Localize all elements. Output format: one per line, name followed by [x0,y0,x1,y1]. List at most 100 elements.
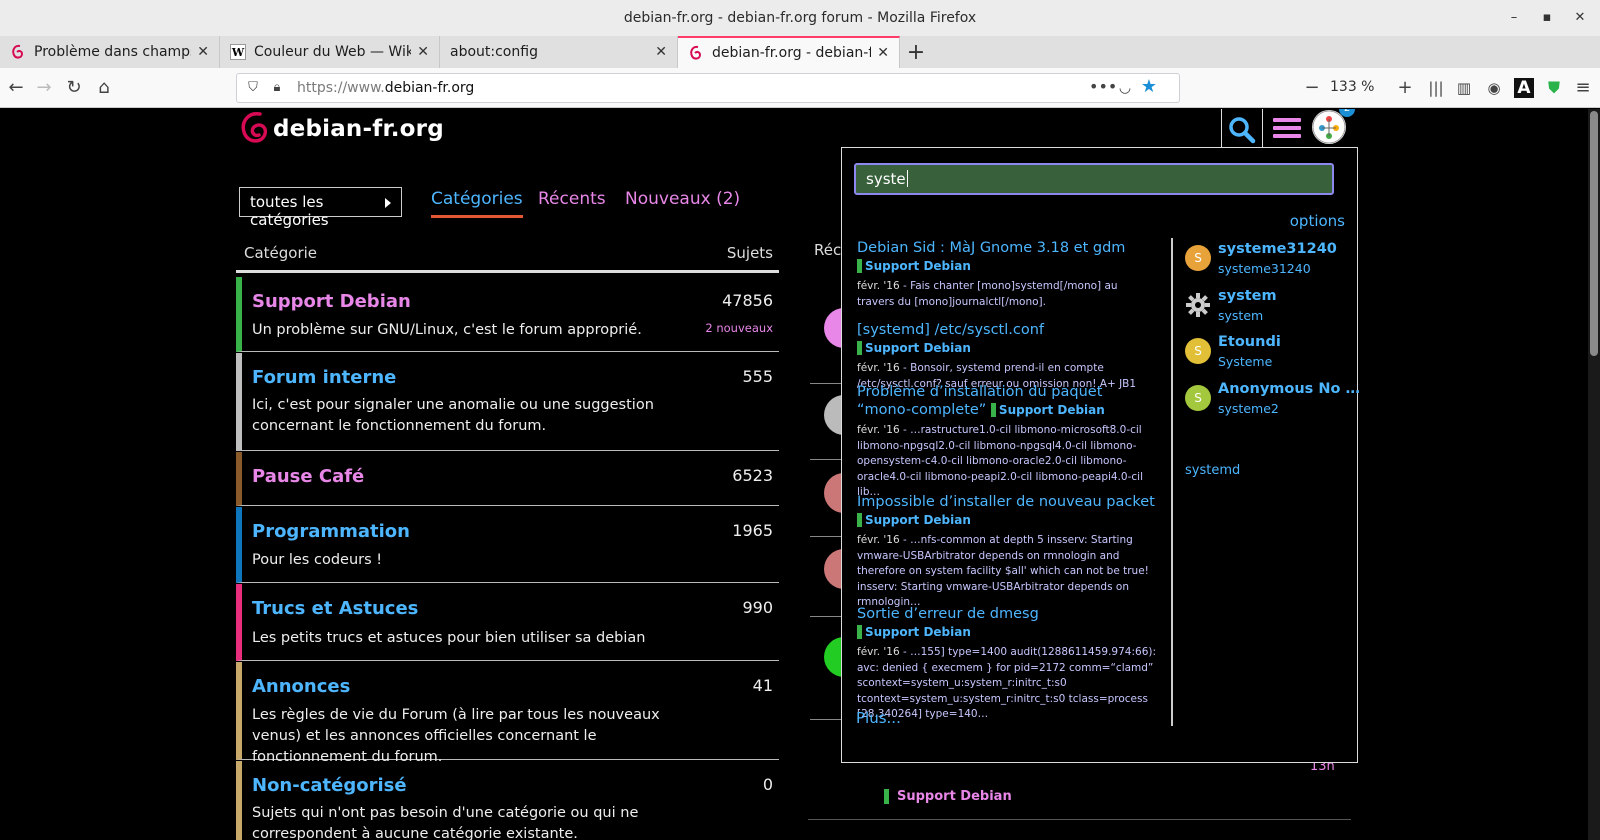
close-tab-icon[interactable]: ✕ [197,44,209,60]
result-title[interactable]: Debian Sid : MàJ Gnome 3.18 et gdm [857,240,1125,256]
category-row[interactable]: Pause Café 6523 [236,452,779,506]
bookmark-star-icon[interactable]: ★ [1139,77,1159,97]
topic-count: 1965 [732,521,773,540]
tab-2[interactable]: W Couleur du Web — Wikip ✕ [220,36,440,68]
tag-result[interactable]: systemd [1185,463,1240,478]
user-name[interactable]: Etoundi [1218,334,1281,350]
result-category-tag[interactable]: Support Debian [857,259,971,273]
user-handle: systeme31240 [1218,261,1311,276]
row-divider [810,616,844,617]
tab-1[interactable]: Problème dans champs s ✕ [0,36,220,68]
category-name[interactable]: Non-catégorisé [252,775,407,796]
debian-swirl-icon [241,112,268,143]
category-dropdown[interactable]: toutes les catégories [239,187,402,229]
tab-bar: Problème dans champs s ✕ W Couleur du We… [0,36,1600,68]
tab-recents[interactable]: Récents [538,189,606,209]
topic-count: 47856 [722,291,773,310]
window-titlebar: debian-fr.org - debian-fr.org forum - Mo… [0,0,1600,36]
account-icon[interactable]: ◉ [1484,78,1504,98]
avatar: S [1185,385,1211,411]
page-actions-icon[interactable]: ••• [1089,77,1117,97]
tab-nouveaux[interactable]: Nouveaux (2) [625,189,740,209]
results-divider [1171,238,1173,726]
category-row[interactable]: Programmation Pour les codeurs ! 1965 [236,507,779,583]
ublock-shield-icon[interactable]: ⛊ [1544,78,1564,98]
page-scrollbar[interactable] [1588,109,1600,840]
close-tab-icon[interactable]: ✕ [877,45,889,61]
topic-count: 41 [752,676,773,695]
zoom-out-icon[interactable]: − [1302,78,1322,98]
category-description: Pour les codeurs ! [252,552,383,568]
close-window-icon[interactable]: ✕ [1570,8,1590,28]
reader-font-icon[interactable]: A [1514,78,1534,98]
category-row[interactable]: Non-catégorisé Sujets qui n'ont pas beso… [236,761,779,840]
close-tab-icon[interactable]: ✕ [655,44,667,60]
search-icon [1229,116,1256,143]
home-icon[interactable]: ⌂ [94,78,114,98]
close-tab-icon[interactable]: ✕ [417,44,429,60]
search-result[interactable]: Sortie d’erreur de dmesg Support Debian … [857,605,1157,723]
col-category: Catégorie [244,244,318,262]
pocket-icon[interactable]: ◡ [1115,78,1135,98]
new-tab-button[interactable]: + [900,36,932,68]
category-name[interactable]: Programmation [252,521,410,542]
site-logo[interactable]: debian-fr.org [239,109,444,149]
search-result[interactable]: Debian Sid : MàJ Gnome 3.18 et gdm Suppor… [857,239,1157,310]
category-name[interactable]: Forum interne [252,367,396,388]
library-icon[interactable]: ||| [1426,78,1446,98]
more-results-link[interactable]: Plus... [856,709,901,727]
hamburger-menu-button[interactable] [1273,114,1301,142]
search-button[interactable] [1221,109,1263,151]
category-row[interactable]: Forum interne Ici, c'est pour signaler u… [236,353,779,451]
result-category-tag[interactable]: Support Debian [857,513,971,527]
user-name[interactable]: Anonymous No … [1218,381,1360,397]
row-divider [808,819,1351,820]
gear-icon [1185,292,1211,318]
lock-icon[interactable]: 🔒︎ [267,78,287,98]
forward-icon[interactable]: → [34,78,54,98]
result-category-tag[interactable]: Support Debian [990,403,1105,417]
sidebar-icon[interactable]: ▥ [1454,78,1474,98]
category-row[interactable]: Annonces Les règles de vie du Forum (à l… [236,662,779,765]
row-divider [810,383,844,384]
result-category-tag[interactable]: Support Debian [857,341,971,355]
result-title[interactable]: [systemd] /etc/sysctl.conf [857,322,1044,338]
result-title[interactable]: Impossible d’installer de nouveau packet [857,494,1155,510]
window-title: debian-fr.org - debian-fr.org forum - Mo… [623,10,977,26]
new-topics-count[interactable]: 2 nouveaux [705,321,773,335]
caret-right-icon [385,198,391,208]
topic-count: 990 [742,598,773,617]
shield-icon[interactable]: ⛉ [243,78,263,98]
user-name[interactable]: systeme31240 [1218,241,1337,257]
search-result[interactable]: Impossible d’installer de nouveau packet… [857,493,1157,611]
url-bar[interactable]: ⛉ 🔒︎ https://www.debian-fr.org ••• ◡ ★ [236,73,1180,103]
maximize-icon[interactable]: ▪ [1537,8,1557,28]
category-name[interactable]: Pause Café [252,466,364,487]
category-row[interactable]: Trucs et Astuces Les petits trucs et ast… [236,584,779,661]
search-result[interactable]: Problème d’installation du paquet “mono-… [857,383,1157,501]
tab-3[interactable]: about:config ✕ [440,36,678,68]
tab-4-active[interactable]: debian-fr.org - debian-fr ✕ [678,36,900,68]
scrollbar-thumb[interactable] [1590,111,1598,356]
category-name[interactable]: Annonces [252,676,350,697]
result-blurb: févr. '16 - …155] type=1400 audit(128861… [857,646,1157,720]
back-icon[interactable]: ← [6,78,26,98]
reload-icon[interactable]: ↻ [64,78,84,98]
category-name[interactable]: Support Debian [252,291,411,312]
category-name[interactable]: Trucs et Astuces [252,598,418,619]
category-row[interactable]: Support Debian Un problème sur GNU/Linux… [236,277,779,352]
result-title[interactable]: Sortie d’erreur de dmesg [857,606,1039,622]
page-content: debian-fr.org 2 toutes les catégories Ca… [0,109,1600,840]
user-name[interactable]: system [1218,288,1277,304]
search-options-link[interactable]: options [1290,212,1345,230]
zoom-in-icon[interactable]: + [1395,78,1415,98]
search-input[interactable]: syste [854,163,1334,195]
search-result[interactable]: [systemd] /etc/sysctl.conf Support Debia… [857,321,1157,392]
result-category-tag[interactable]: Support Debian [857,625,971,639]
tab-categories[interactable]: Catégories [431,189,523,218]
user-handle: systeme2 [1218,401,1279,416]
zoom-level[interactable]: 133 % [1330,79,1374,95]
minimize-icon[interactable]: – [1504,8,1524,28]
hamburger-menu-icon[interactable]: ≡ [1573,78,1593,98]
topic-category-tag[interactable]: Support Debian [884,789,1012,804]
